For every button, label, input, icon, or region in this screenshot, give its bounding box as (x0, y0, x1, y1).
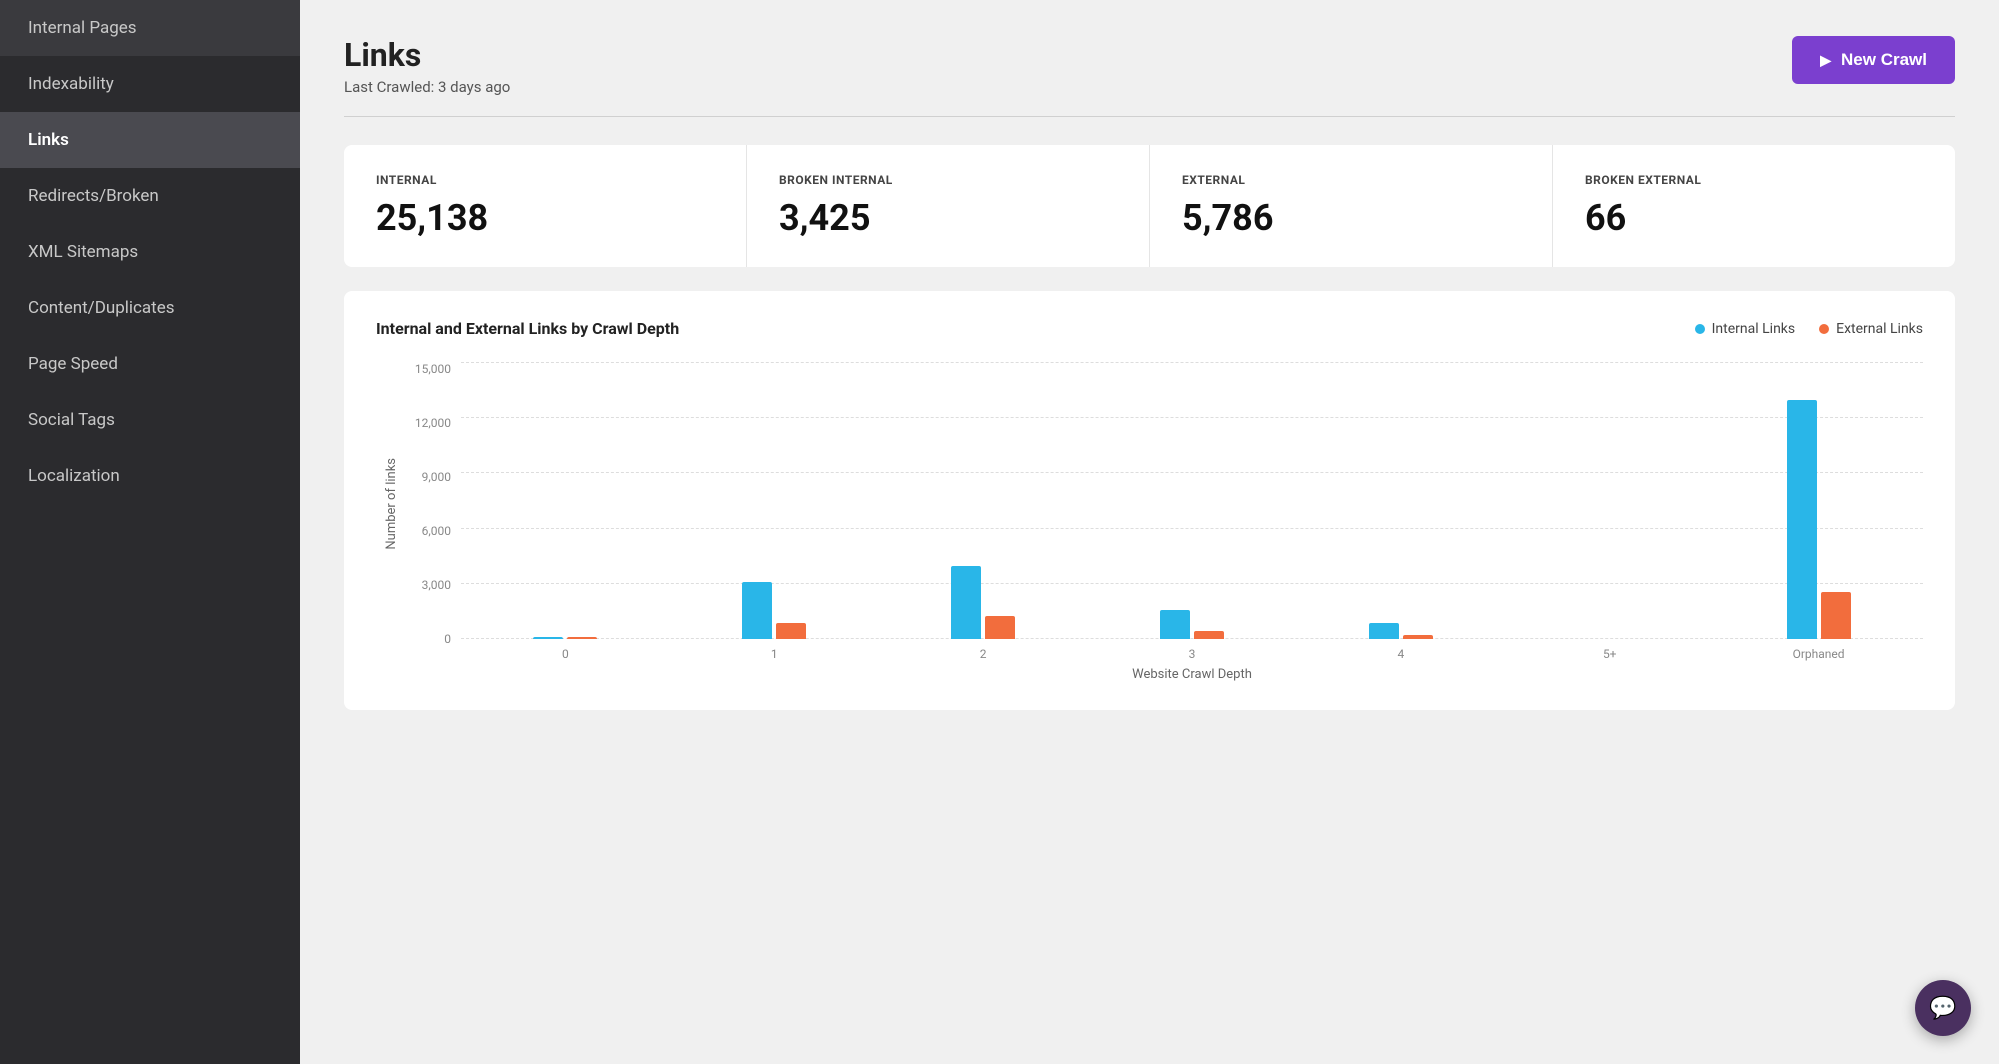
bar-external-4 (1403, 635, 1433, 639)
bar-group-5+ (1505, 362, 1714, 639)
legend-external: External Links (1819, 321, 1923, 337)
bar-external-0 (567, 637, 597, 639)
sidebar-item-indexability[interactable]: Indexability (0, 56, 300, 112)
bars-row (461, 362, 1923, 639)
bar-external-3 (1194, 631, 1224, 639)
page-title: Links (344, 36, 510, 74)
y-label-3000: 3,000 (422, 578, 451, 592)
bar-group-0 (461, 362, 670, 639)
legend-label-external: External Links (1836, 321, 1923, 337)
x-label-5+: 5+ (1505, 647, 1714, 661)
bar-group-3 (1088, 362, 1297, 639)
y-label-15000: 15,000 (415, 362, 451, 376)
chart-header: Internal and External Links by Crawl Dep… (376, 319, 1923, 338)
main-content: Links Last Crawled: 3 days ago ▶ New Cra… (300, 0, 1999, 1064)
bar-internal-1 (742, 582, 772, 639)
bar-external-Orphaned (1821, 592, 1851, 639)
bar-group-Orphaned (1714, 362, 1923, 639)
bar-internal-2 (951, 566, 981, 639)
y-label-6000: 6,000 (422, 524, 451, 538)
stat-internal: INTERNAL 25,138 (344, 145, 747, 267)
y-label-9000: 9,000 (422, 470, 451, 484)
header-divider (344, 116, 1955, 117)
chart-title: Internal and External Links by Crawl Dep… (376, 319, 679, 338)
x-label-1: 1 (670, 647, 879, 661)
bar-external-1 (776, 623, 806, 639)
y-axis-labels: 0 3,000 6,000 9,000 12,000 15,000 (406, 362, 461, 682)
legend-dot-internal (1695, 324, 1705, 334)
stat-broken-external: BROKEN EXTERNAL 66 (1553, 145, 1955, 267)
y-label-12000: 12,000 (415, 416, 451, 430)
x-label-Orphaned: Orphaned (1714, 647, 1923, 661)
page-header: Links Last Crawled: 3 days ago ▶ New Cra… (344, 36, 1955, 96)
sidebar-item-links[interactable]: Links (0, 112, 300, 168)
chart-legend: Internal Links External Links (1695, 321, 1923, 337)
sidebar-item-xml-sitemaps[interactable]: XML Sitemaps (0, 224, 300, 280)
bar-internal-3 (1160, 610, 1190, 639)
chat-fab-button[interactable]: 💬 (1915, 980, 1971, 1036)
x-axis-labels: 012345+Orphaned (461, 647, 1923, 661)
bar-external-2 (985, 616, 1015, 639)
bar-internal-4 (1369, 623, 1399, 639)
sidebar-item-social-tags[interactable]: Social Tags (0, 392, 300, 448)
y-label-0: 0 (444, 632, 451, 646)
bar-group-4 (1296, 362, 1505, 639)
y-axis-title-wrap: Number of links (376, 362, 406, 682)
sidebar-item-page-speed[interactable]: Page Speed (0, 336, 300, 392)
bar-internal-0 (533, 637, 563, 639)
legend-dot-external (1819, 324, 1829, 334)
chart-plot-area: 012345+Orphaned Website Crawl Depth (461, 362, 1923, 682)
x-label-4: 4 (1296, 647, 1505, 661)
x-axis-title: Website Crawl Depth (461, 667, 1923, 682)
x-label-0: 0 (461, 647, 670, 661)
y-axis-title: Number of links (384, 458, 399, 550)
sidebar-item-redirects-broken[interactable]: Redirects/Broken (0, 168, 300, 224)
stats-card: INTERNAL 25,138 BROKEN INTERNAL 3,425 EX… (344, 145, 1955, 267)
new-crawl-button[interactable]: ▶ New Crawl (1792, 36, 1955, 84)
sidebar-item-internal-pages[interactable]: Internal Pages (0, 0, 300, 56)
x-label-3: 3 (1088, 647, 1297, 661)
legend-label-internal: Internal Links (1712, 321, 1796, 337)
bar-group-1 (670, 362, 879, 639)
sidebar-item-localization[interactable]: Localization (0, 448, 300, 504)
page-title-group: Links Last Crawled: 3 days ago (344, 36, 510, 96)
last-crawled: Last Crawled: 3 days ago (344, 78, 510, 96)
sidebar: Internal Pages Indexability Links Redire… (0, 0, 300, 1064)
stat-broken-internal: BROKEN INTERNAL 3,425 (747, 145, 1150, 267)
sidebar-item-content-duplicates[interactable]: Content/Duplicates (0, 280, 300, 336)
legend-internal: Internal Links (1695, 321, 1796, 337)
x-label-2: 2 (879, 647, 1088, 661)
chart-plot (461, 362, 1923, 639)
play-icon: ▶ (1820, 52, 1831, 69)
bar-internal-Orphaned (1787, 400, 1817, 639)
chart-area-wrap: Number of links 0 3,000 6,000 9,000 12,0… (376, 362, 1923, 682)
chart-card: Internal and External Links by Crawl Dep… (344, 291, 1955, 710)
stat-external: EXTERNAL 5,786 (1150, 145, 1553, 267)
chat-icon: 💬 (1929, 996, 1956, 1021)
bar-group-2 (879, 362, 1088, 639)
